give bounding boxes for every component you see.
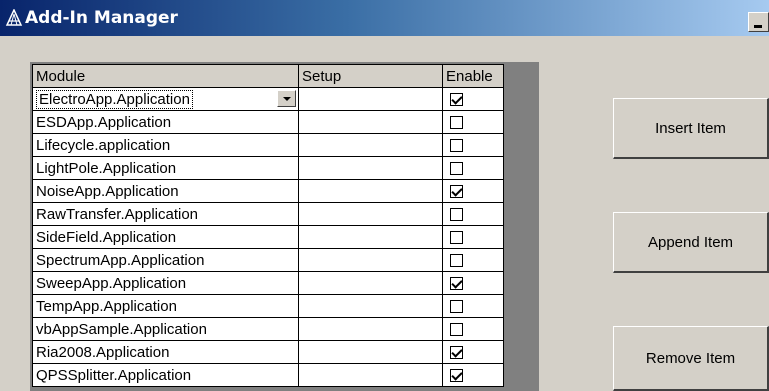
module-name: LightPole.Application xyxy=(36,159,177,177)
setup-cell[interactable] xyxy=(298,225,443,249)
module-combo-value[interactable]: ElectroApp.Application xyxy=(36,89,193,109)
module-name: NoiseApp.Application xyxy=(36,182,179,200)
table-row[interactable]: SideField.Application xyxy=(32,225,504,249)
module-grid[interactable]: Module Setup Enable ElectroApp.Applicati… xyxy=(30,62,539,391)
enable-checkbox[interactable] xyxy=(450,138,463,152)
enable-cell xyxy=(442,340,504,364)
table-row[interactable]: Lifecycle.application xyxy=(32,133,504,157)
setup-cell[interactable] xyxy=(298,179,443,203)
module-cell[interactable]: Lifecycle.application xyxy=(32,133,299,157)
chevron-down-icon[interactable] xyxy=(277,90,296,107)
enable-checkbox[interactable] xyxy=(450,207,463,221)
module-cell[interactable]: TempApp.Application xyxy=(32,294,299,318)
module-cell[interactable]: Ria2008.Application xyxy=(32,340,299,364)
table-row[interactable]: LightPole.Application xyxy=(32,156,504,180)
setup-cell[interactable] xyxy=(298,87,443,111)
table-row[interactable]: SpectrumApp.Application xyxy=(32,248,504,272)
module-cell[interactable]: RawTransfer.Application xyxy=(32,202,299,226)
enable-cell xyxy=(442,294,504,318)
table-row[interactable]: TempApp.Application xyxy=(32,294,504,318)
module-name: Ria2008.Application xyxy=(36,343,170,361)
append-item-button[interactable]: Append Item xyxy=(613,212,769,273)
module-cell[interactable]: ElectroApp.Application xyxy=(32,87,299,111)
enable-cell xyxy=(442,271,504,295)
app-icon xyxy=(5,9,23,26)
module-cell[interactable]: SpectrumApp.Application xyxy=(32,248,299,272)
table-header-row: Module Setup Enable xyxy=(32,64,504,88)
insert-item-button[interactable]: Insert Item xyxy=(613,98,769,159)
enable-checkbox[interactable] xyxy=(450,368,463,382)
setup-cell[interactable] xyxy=(298,110,443,134)
setup-cell[interactable] xyxy=(298,156,443,180)
module-name: SpectrumApp.Application xyxy=(36,251,205,269)
enable-checkbox[interactable] xyxy=(450,322,463,336)
title-bar[interactable]: Add-In Manager xyxy=(0,0,769,36)
enable-cell xyxy=(442,363,504,387)
module-table: Module Setup Enable ElectroApp.Applicati… xyxy=(32,64,504,387)
module-name: RawTransfer.Application xyxy=(36,205,199,223)
minimize-icon xyxy=(754,25,762,28)
module-cell[interactable]: vbAppSample.Application xyxy=(32,317,299,341)
table-row[interactable]: vbAppSample.Application xyxy=(32,317,504,341)
setup-cell[interactable] xyxy=(298,271,443,295)
table-row[interactable]: RawTransfer.Application xyxy=(32,202,504,226)
enable-cell xyxy=(442,202,504,226)
enable-cell xyxy=(442,248,504,272)
table-row[interactable]: ESDApp.Application xyxy=(32,110,504,134)
enable-cell xyxy=(442,317,504,341)
setup-cell[interactable] xyxy=(298,294,443,318)
setup-cell[interactable] xyxy=(298,202,443,226)
table-row[interactable]: QPSSplitter.Application xyxy=(32,363,504,387)
enable-cell xyxy=(442,225,504,249)
remove-item-button[interactable]: Remove Item xyxy=(613,326,769,391)
module-cell[interactable]: NoiseApp.Application xyxy=(32,179,299,203)
module-name: QPSSplitter.Application xyxy=(36,366,192,384)
module-cell[interactable]: SideField.Application xyxy=(32,225,299,249)
enable-checkbox[interactable] xyxy=(450,184,463,198)
column-header-setup[interactable]: Setup xyxy=(298,64,443,88)
module-name: TempApp.Application xyxy=(36,297,177,315)
column-header-module[interactable]: Module xyxy=(32,64,299,88)
setup-cell[interactable] xyxy=(298,363,443,387)
module-name: SweepApp.Application xyxy=(36,274,187,292)
module-name: ESDApp.Application xyxy=(36,113,172,131)
module-cell[interactable]: ESDApp.Application xyxy=(32,110,299,134)
module-name: Lifecycle.application xyxy=(36,136,171,154)
window-title: Add-In Manager xyxy=(25,8,178,28)
enable-checkbox[interactable] xyxy=(450,115,463,129)
enable-checkbox[interactable] xyxy=(450,253,463,267)
enable-checkbox[interactable] xyxy=(450,92,463,106)
enable-cell xyxy=(442,133,504,157)
enable-cell xyxy=(442,87,504,111)
module-cell[interactable]: QPSSplitter.Application xyxy=(32,363,299,387)
enable-cell xyxy=(442,110,504,134)
enable-checkbox[interactable] xyxy=(450,276,463,290)
minimize-button[interactable] xyxy=(748,12,769,32)
enable-cell xyxy=(442,179,504,203)
setup-cell[interactable] xyxy=(298,317,443,341)
setup-cell[interactable] xyxy=(298,248,443,272)
table-row[interactable]: NoiseApp.Application xyxy=(32,179,504,203)
enable-checkbox[interactable] xyxy=(450,345,463,359)
table-row[interactable]: ElectroApp.Application xyxy=(32,87,504,111)
enable-checkbox[interactable] xyxy=(450,299,463,313)
enable-checkbox[interactable] xyxy=(450,161,463,175)
enable-cell xyxy=(442,156,504,180)
setup-cell[interactable] xyxy=(298,340,443,364)
column-header-enable[interactable]: Enable xyxy=(442,64,504,88)
module-cell[interactable]: SweepApp.Application xyxy=(32,271,299,295)
table-row[interactable]: Ria2008.Application xyxy=(32,340,504,364)
enable-checkbox[interactable] xyxy=(450,230,463,244)
table-row[interactable]: SweepApp.Application xyxy=(32,271,504,295)
module-name: vbAppSample.Application xyxy=(36,320,207,338)
setup-cell[interactable] xyxy=(298,133,443,157)
module-cell[interactable]: LightPole.Application xyxy=(32,156,299,180)
module-name: SideField.Application xyxy=(36,228,177,246)
